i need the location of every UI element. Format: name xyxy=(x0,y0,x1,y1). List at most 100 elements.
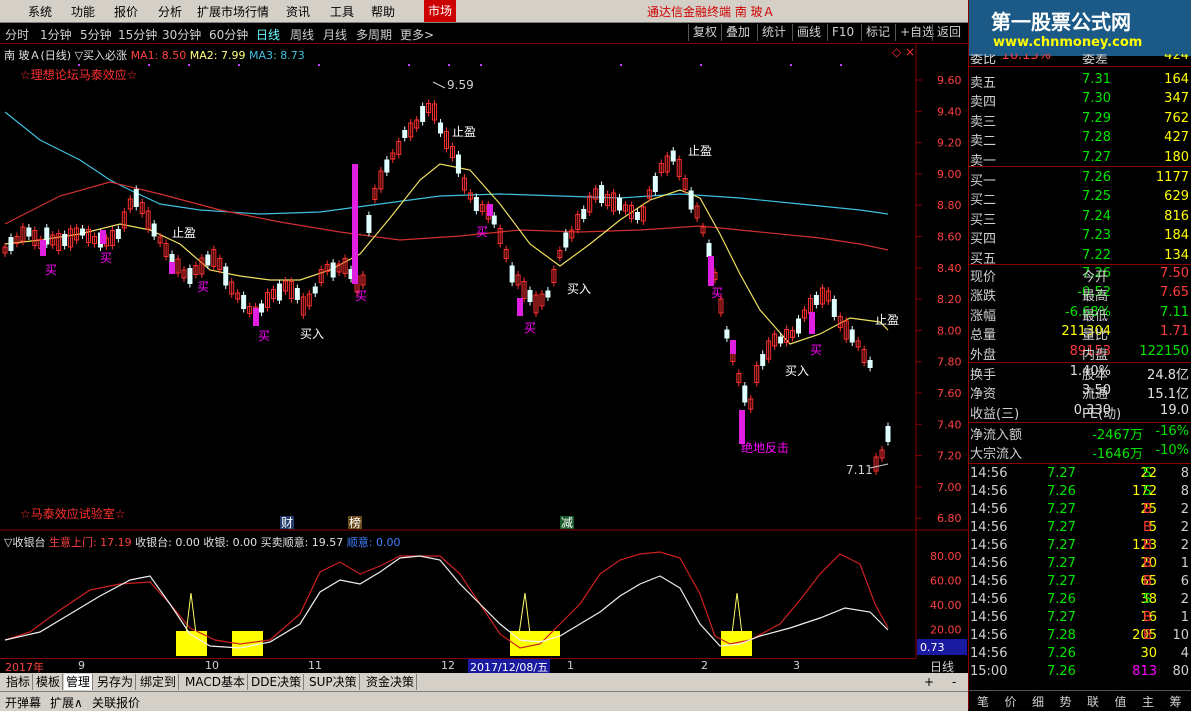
tab-manage[interactable]: 管理 xyxy=(64,674,94,690)
flow-label: 净流入额 xyxy=(970,428,1023,443)
zoom-out-icon[interactable]: - xyxy=(950,674,958,690)
tick-row[interactable]: 14:56 7.26 30 4 xyxy=(969,646,1191,664)
tick-row[interactable]: 14:56 7.27 22 S 8 xyxy=(969,466,1191,484)
price-tick: 8.40 xyxy=(937,262,962,275)
tab-dde[interactable]: DDE决策 xyxy=(249,674,305,690)
period-monthly[interactable]: 月线 xyxy=(323,26,347,43)
sub-tick: 80.00 xyxy=(930,550,962,563)
divider xyxy=(969,166,1191,167)
menu-quote[interactable]: 报价 xyxy=(114,3,138,20)
period-weekly[interactable]: 周线 xyxy=(290,26,314,43)
tick-side: B xyxy=(1143,538,1152,553)
menu-tools[interactable]: 工具 xyxy=(330,3,354,20)
ask-label: 卖五 xyxy=(970,76,997,91)
tick-row[interactable]: 14:56 7.26 38 S 2 xyxy=(969,592,1191,610)
quote-tab[interactable]: 价 xyxy=(1005,693,1017,710)
tick-row[interactable]: 14:56 7.28 205 B 10 xyxy=(969,628,1191,646)
back-button[interactable]: 返回 xyxy=(932,24,965,41)
stop-profit-4: 止盈 xyxy=(875,313,899,327)
tab-macd[interactable]: MACD基本 xyxy=(183,674,248,690)
menu-help[interactable]: 帮助 xyxy=(371,3,395,20)
menu-function[interactable]: 功能 xyxy=(71,3,95,20)
signal-candle xyxy=(517,298,523,316)
tick-count: 4 xyxy=(1180,646,1189,661)
tick-side: B xyxy=(1143,502,1152,517)
tick-row[interactable]: 15:00 7.26 813 80 xyxy=(969,664,1191,682)
quote-tab[interactable]: 联 xyxy=(1087,693,1099,710)
date-m1: 1 xyxy=(567,659,574,672)
buyin-mark-2: 买入 xyxy=(567,282,591,296)
bid-volume: 184 xyxy=(1164,228,1189,244)
period-intraday[interactable]: 分时 xyxy=(5,26,29,43)
bid-row[interactable]: 买三 7.24 816 xyxy=(969,209,1191,228)
period-1min[interactable]: 1分钟 xyxy=(40,26,72,43)
ask-row[interactable]: 卖四 7.30 347 xyxy=(969,91,1191,110)
menu-system[interactable]: 系统 xyxy=(28,3,52,20)
period-daily[interactable]: 日线 xyxy=(256,26,280,43)
red-line xyxy=(4,551,889,649)
bid-row[interactable]: 买四 7.23 184 xyxy=(969,228,1191,247)
f10-button[interactable]: F10 xyxy=(827,24,858,41)
tick-row[interactable]: 14:56 7.27 20 B 1 xyxy=(969,556,1191,574)
tab-bind-to[interactable]: 绑定到 xyxy=(138,674,180,690)
tick-row[interactable]: 14:56 7.27 5 B 2 xyxy=(969,520,1191,538)
site-logo: 第一股票公式网 www.chnmoney.com xyxy=(969,0,1191,56)
quote-tab[interactable]: 值 xyxy=(1115,693,1127,710)
period-15min[interactable]: 15分钟 xyxy=(118,26,157,43)
period-multi[interactable]: 多周期 xyxy=(356,26,392,43)
kline-chart[interactable]: 9.60 9.40 9.20 9.00 8.80 8.60 8.40 8.20 8.00 7.80… xyxy=(0,44,968,674)
market-tag[interactable]: 市场 xyxy=(424,0,456,22)
ask-row[interactable]: 卖三 7.29 762 xyxy=(969,111,1191,130)
tick-row[interactable]: 14:56 7.27 65 B 6 xyxy=(969,574,1191,592)
bid-row[interactable]: 买二 7.25 629 xyxy=(969,189,1191,208)
danmaku-button[interactable]: 开弹幕 xyxy=(5,694,41,711)
quote-tab[interactable]: 细 xyxy=(1032,693,1044,710)
period-60min[interactable]: 60分钟 xyxy=(209,26,248,43)
ask-row[interactable]: 卖二 7.28 427 xyxy=(969,130,1191,149)
tick-volume: 30 xyxy=(1140,646,1157,661)
bid-row[interactable]: 买一 7.26 1177 xyxy=(969,170,1191,189)
period-30min[interactable]: 30分钟 xyxy=(162,26,201,43)
draw-line-button[interactable]: 画线 xyxy=(792,24,825,41)
tick-row[interactable]: 14:56 7.26 172 S 8 xyxy=(969,484,1191,502)
expand-button[interactable]: 扩展∧ xyxy=(50,694,83,711)
menu-extended-market[interactable]: 扩展市场行情 xyxy=(197,3,269,20)
bid-volume: 816 xyxy=(1164,208,1189,224)
tab-indicator[interactable]: 指标 xyxy=(4,674,34,690)
white-line xyxy=(4,555,889,649)
tick-row[interactable]: 14:56 7.27 16 B 1 xyxy=(969,610,1191,628)
sub-indicator-name[interactable]: ▽收银台 xyxy=(4,536,45,549)
bid-volume: 134 xyxy=(1164,247,1189,263)
quote-tab[interactable]: 笔 xyxy=(977,693,989,710)
signal-candle xyxy=(169,262,175,274)
quote-tab[interactable]: 势 xyxy=(1060,693,1072,710)
stat2-label: 收益(三) xyxy=(970,406,1020,422)
linked-quote-button[interactable]: 关联报价 xyxy=(92,694,140,711)
bid-price: 7.22 xyxy=(1082,247,1111,263)
statistics-button[interactable]: 统计 xyxy=(757,24,790,41)
overlay-button[interactable]: 叠加 xyxy=(721,24,754,41)
tab-template[interactable]: 模板 xyxy=(34,674,64,690)
quote-tab[interactable]: 筹 xyxy=(1170,693,1182,710)
tick-side: B xyxy=(1143,556,1152,571)
tab-sup[interactable]: SUP决策 xyxy=(307,674,360,690)
bid-price: 7.25 xyxy=(1082,189,1111,205)
tab-fund[interactable]: 资金决策 xyxy=(364,674,418,690)
quote-tab[interactable]: 主 xyxy=(1142,693,1154,710)
restore-rights-button[interactable]: 复权 xyxy=(688,24,721,41)
ask-row[interactable]: 卖五 7.31 164 xyxy=(969,72,1191,91)
sub-value-a: 生意上门: 17.19 xyxy=(48,536,132,549)
period-more[interactable]: 更多> xyxy=(400,26,434,43)
menu-analysis[interactable]: 分析 xyxy=(158,3,182,20)
stat-row: 涨跌 -0.52 最高 7.65 xyxy=(969,285,1191,304)
tick-row[interactable]: 14:56 7.27 25 B 2 xyxy=(969,502,1191,520)
mark-button[interactable]: 标记 xyxy=(861,24,894,41)
tick-row[interactable]: 14:56 7.27 123 B 2 xyxy=(969,538,1191,556)
tab-save-as[interactable]: 另存为 xyxy=(95,674,137,690)
tick-time: 14:56 xyxy=(970,466,1008,481)
zoom-in-icon[interactable]: + xyxy=(922,674,936,690)
buy-mark-6: 买 xyxy=(476,225,488,239)
menu-news[interactable]: 资讯 xyxy=(286,3,310,20)
divider xyxy=(969,264,1191,265)
period-5min[interactable]: 5分钟 xyxy=(80,26,112,43)
